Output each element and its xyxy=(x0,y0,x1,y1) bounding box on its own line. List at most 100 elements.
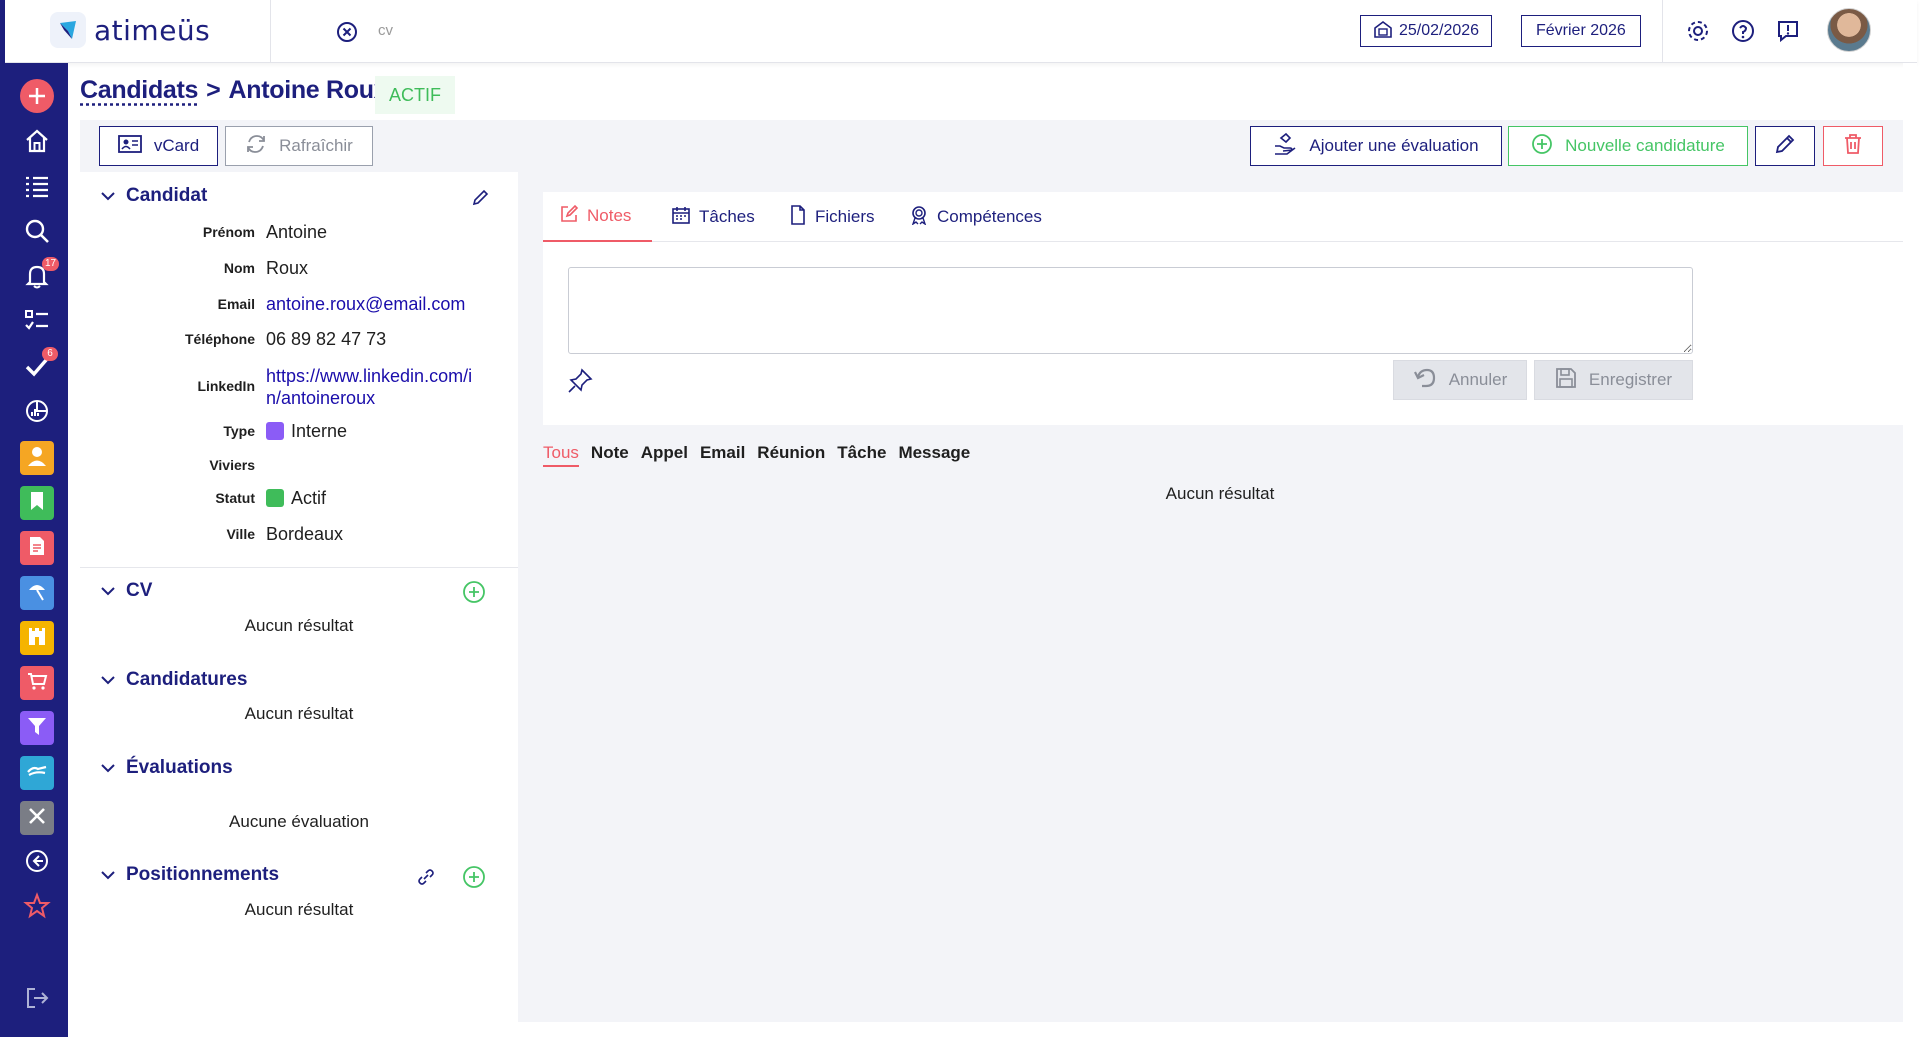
status-label: Statut xyxy=(215,490,255,506)
link-icon[interactable] xyxy=(417,868,435,891)
phone-label: Téléphone xyxy=(184,331,255,347)
type-label: Type xyxy=(223,423,255,439)
app-logo[interactable]: atimeüs xyxy=(50,12,210,48)
sidebar-documents[interactable] xyxy=(20,531,54,565)
date-button[interactable]: 25/02/2026 xyxy=(1360,15,1493,47)
sidebar-list[interactable] xyxy=(20,171,54,205)
applications-section-header[interactable]: Candidatures xyxy=(100,669,247,691)
cancel-note-button[interactable]: Annuler xyxy=(1393,360,1527,400)
new-application-label: Nouvelle candidature xyxy=(1565,136,1725,155)
scrollbar[interactable] xyxy=(1903,63,1917,1037)
sidebar-reports[interactable] xyxy=(20,396,54,430)
sidebar-tasks[interactable]: 6 xyxy=(20,347,58,385)
filter-meeting[interactable]: Réunion xyxy=(757,443,825,467)
sidebar-tools[interactable] xyxy=(20,801,54,835)
filter-email[interactable]: Email xyxy=(700,443,745,467)
delete-button[interactable] xyxy=(1823,126,1883,166)
tab-label: Notes xyxy=(587,206,632,225)
evaluations-section-header[interactable]: Évaluations xyxy=(100,757,233,779)
cart-icon xyxy=(26,670,48,697)
cancel-label: Annuler xyxy=(1448,370,1508,389)
linkedin-link[interactable]: https://www.linkedin.com/i n/antoineroux xyxy=(266,365,472,409)
vcard-button[interactable]: vCard xyxy=(99,126,218,166)
trash-icon xyxy=(1842,133,1864,160)
award-icon xyxy=(909,205,929,230)
cv-section-header[interactable]: CV xyxy=(100,580,152,602)
logout-icon xyxy=(24,985,50,1016)
edit-icon xyxy=(559,204,579,229)
tab-label: Tâches xyxy=(699,207,755,226)
pools-label: Viviers xyxy=(209,457,255,473)
add-evaluation-button[interactable]: Ajouter une évaluation xyxy=(1250,126,1502,166)
beach-icon xyxy=(26,580,48,607)
home-icon xyxy=(24,128,50,159)
add-positioning-icon[interactable] xyxy=(462,865,486,894)
candidate-section-header[interactable]: Candidat xyxy=(100,185,207,207)
firstname-label: Prénom xyxy=(202,224,255,240)
month-button[interactable]: Février 2026 xyxy=(1521,15,1641,47)
phone-value: 06 89 82 47 73 xyxy=(266,329,387,349)
positionings-section-title: Positionnements xyxy=(126,864,280,885)
clear-search-icon[interactable] xyxy=(335,20,359,44)
tab-label: Fichiers xyxy=(815,207,875,226)
sidebar-back[interactable] xyxy=(20,846,54,880)
filter-message[interactable]: Message xyxy=(898,443,970,467)
lastname-value: Roux xyxy=(266,258,309,278)
help-icon[interactable] xyxy=(1730,18,1756,44)
filter-all[interactable]: Tous xyxy=(543,443,579,467)
type-color-swatch xyxy=(266,422,284,440)
breadcrumb-candidates-link[interactable]: Candidats xyxy=(80,76,198,105)
list-icon xyxy=(24,173,50,204)
pencil-icon xyxy=(1774,133,1796,160)
checklist-icon xyxy=(24,308,50,339)
search-query[interactable]: cv xyxy=(378,22,393,39)
tab-notes[interactable]: Notes xyxy=(543,192,652,242)
status-value: Actif xyxy=(266,488,326,509)
applications-empty: Aucun résultat xyxy=(244,704,354,723)
filter-task[interactable]: Tâche xyxy=(837,443,886,467)
tab-skills[interactable]: Compétences xyxy=(893,192,1058,242)
sidebar-notifications[interactable]: 17 xyxy=(20,257,60,295)
sidebar-search[interactable] xyxy=(20,216,54,250)
month-label: Février 2026 xyxy=(1536,22,1626,39)
app-name: atimeüs xyxy=(94,13,211,47)
search-icon xyxy=(24,218,50,249)
sidebar-clients[interactable] xyxy=(20,756,54,790)
type-text: Interne xyxy=(291,421,348,441)
sidebar-candidates[interactable] xyxy=(20,441,54,475)
positionings-section-header[interactable]: Positionnements xyxy=(100,864,279,886)
edit-button[interactable] xyxy=(1755,126,1815,166)
gear-icon[interactable] xyxy=(1685,18,1711,44)
new-application-button[interactable]: Nouvelle candidature xyxy=(1508,126,1748,166)
notification-badge: 17 xyxy=(42,257,60,271)
refresh-button[interactable]: Rafraîchir xyxy=(225,126,373,166)
email-link[interactable]: antoine.roux@email.com xyxy=(266,294,465,315)
refresh-icon xyxy=(245,133,267,160)
feedback-icon[interactable] xyxy=(1775,18,1801,44)
sidebar-logout[interactable] xyxy=(20,983,54,1017)
filter-note[interactable]: Note xyxy=(591,443,629,467)
sidebar-favorites[interactable] xyxy=(20,891,54,925)
filter-call[interactable]: Appel xyxy=(641,443,688,467)
tools-icon xyxy=(26,805,48,832)
sidebar-checklist[interactable] xyxy=(20,306,54,340)
sidebar-pipeline[interactable] xyxy=(20,711,54,745)
castle-icon xyxy=(26,625,48,652)
sidebar-purchases[interactable] xyxy=(20,666,54,700)
add-cv-icon[interactable] xyxy=(462,580,486,609)
sidebar-jobs[interactable] xyxy=(20,486,54,520)
edit-candidate-icon[interactable] xyxy=(472,188,490,211)
note-textarea[interactable] xyxy=(568,267,1693,354)
sidebar-plus-button[interactable] xyxy=(20,78,54,115)
sidebar-leaves[interactable] xyxy=(20,576,54,610)
add-evaluation-label: Ajouter une évaluation xyxy=(1309,136,1479,155)
user-avatar[interactable] xyxy=(1827,8,1871,52)
sidebar-sites[interactable] xyxy=(20,621,54,655)
tab-tasks[interactable]: Tâches xyxy=(655,192,771,242)
tab-files[interactable]: Fichiers xyxy=(773,192,891,242)
activity-empty: Aucun résultat xyxy=(1165,484,1275,503)
pin-icon[interactable] xyxy=(566,367,594,395)
candidate-section-title: Candidat xyxy=(126,185,208,206)
save-note-button[interactable]: Enregistrer xyxy=(1534,360,1693,400)
sidebar-home[interactable] xyxy=(20,126,54,160)
